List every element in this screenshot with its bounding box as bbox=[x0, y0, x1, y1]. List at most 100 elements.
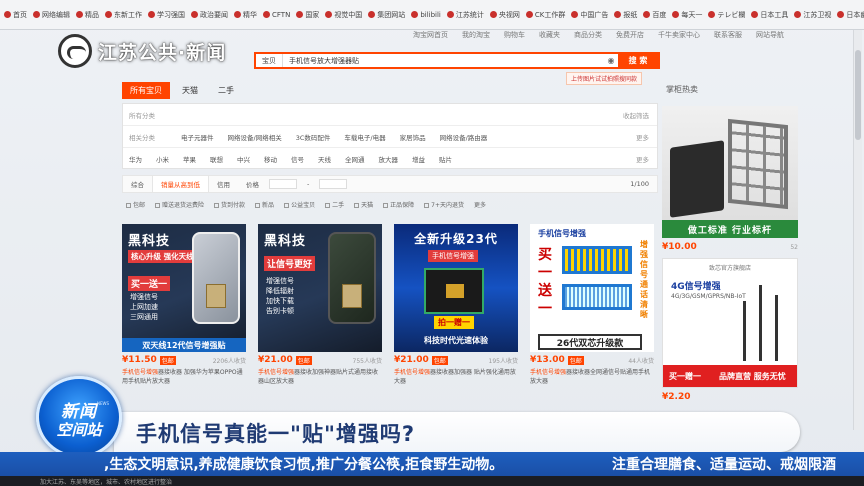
bookmark-item[interactable]: 报纸 bbox=[614, 10, 637, 20]
filter-tag[interactable]: 苹果 bbox=[183, 154, 196, 164]
price-min-input[interactable] bbox=[269, 179, 297, 189]
top-nav-link[interactable]: 联系客服 bbox=[714, 30, 742, 46]
bookmark-item[interactable]: テレビ欄 bbox=[708, 10, 745, 20]
price-max-input[interactable] bbox=[319, 179, 348, 189]
filter-checkbox[interactable]: 二手 bbox=[325, 200, 344, 209]
bookmark-item[interactable]: 江苏统计 bbox=[446, 10, 484, 20]
scrollbar-thumb[interactable] bbox=[855, 50, 861, 140]
sort-option[interactable]: 销量从高到低 bbox=[152, 176, 209, 192]
search-button[interactable]: 搜 索 bbox=[618, 54, 658, 67]
bookmark-item[interactable]: 网络编辑 bbox=[33, 10, 70, 20]
bookmark-item[interactable]: 国家 bbox=[296, 10, 319, 20]
filter-tag[interactable]: 放大器 bbox=[379, 154, 399, 164]
product-title[interactable]: 手机信号增强器接收器全网通信号贴通用手机放大器 bbox=[530, 368, 654, 386]
filter-tag[interactable]: 移动 bbox=[264, 154, 277, 164]
bookmark-item[interactable]: CFTN bbox=[263, 11, 290, 19]
checkbox-box[interactable] bbox=[155, 202, 161, 208]
top-nav-link[interactable]: 商品分类 bbox=[574, 30, 602, 46]
filter-checkbox[interactable]: 正品保障 bbox=[383, 200, 414, 209]
bookmark-item[interactable]: bilibili bbox=[411, 11, 441, 19]
product-image[interactable]: 手机信号增强 买一送一 增强信号 通话清晰 26代双芯升级款 bbox=[530, 224, 654, 352]
bookmark-item[interactable]: 日本幽默 bbox=[837, 10, 864, 20]
product-title[interactable]: 手机信号增强器接收加强神器贴片式通用接收器山区放大器 bbox=[258, 368, 382, 386]
page-scrollbar[interactable] bbox=[853, 30, 862, 430]
search-box[interactable]: 宝贝 手机信号放大增强器贴 ◉ 搜 索 bbox=[254, 52, 660, 69]
filter-tag[interactable]: 中兴 bbox=[237, 154, 250, 164]
sort-option[interactable]: 信用 bbox=[209, 176, 238, 192]
product-title[interactable]: 手机信号增强器接收器 加强华为苹果OPPO通用手机贴片放大器 bbox=[122, 368, 246, 386]
product-card[interactable]: 全新升级23代 手机信号增强 拍一赠一 科技时代光速体验 ¥21.00 包邮 1… bbox=[394, 224, 518, 406]
filter-tag[interactable]: 增益 bbox=[412, 154, 425, 164]
filter-option[interactable]: 网络设备/路由器 bbox=[440, 132, 488, 142]
filter-tag[interactable]: 信号 bbox=[291, 154, 304, 164]
filter-more-link[interactable]: 更多 bbox=[636, 132, 657, 142]
checkbox-box[interactable] bbox=[325, 202, 331, 208]
checkbox-box[interactable] bbox=[354, 202, 360, 208]
filter-checkbox[interactable]: 7+天内退货 bbox=[424, 200, 464, 209]
filter-tag[interactable]: 华为 bbox=[129, 154, 142, 164]
bookmark-item[interactable]: 央视网 bbox=[489, 10, 520, 20]
top-nav-link[interactable]: 购物车 bbox=[504, 30, 525, 46]
bookmark-item[interactable]: 精华 bbox=[234, 10, 257, 20]
filter-checkbox[interactable]: 新品 bbox=[255, 200, 274, 209]
bookmark-item[interactable]: 东新工作 bbox=[105, 10, 142, 20]
top-nav-link[interactable]: 收藏夹 bbox=[539, 30, 560, 46]
bookmark-item[interactable]: 精品 bbox=[76, 10, 99, 20]
product-title[interactable]: 手机信号增强器接收器加强器 贴片强化通用放大器 bbox=[394, 368, 518, 386]
filter-option[interactable]: 网络设备/网络相关 bbox=[228, 132, 282, 142]
side-ad-image[interactable]: 致芯官方旗舰店 4G信号增强 4G/3G/GSM/GPRS/NB-IoT 买一赠… bbox=[662, 258, 798, 388]
filter-collapse-link[interactable]: 收起筛选 bbox=[623, 110, 657, 120]
sort-option[interactable]: 综合 bbox=[123, 176, 152, 192]
filter-tag[interactable]: 全网通 bbox=[345, 154, 365, 164]
top-nav-link[interactable]: 千牛卖家中心 bbox=[658, 30, 700, 46]
top-nav-link[interactable]: 淘宝网首页 bbox=[413, 30, 448, 46]
top-nav-link[interactable]: 免费开店 bbox=[616, 30, 644, 46]
product-card[interactable]: 黑科技 核心升级 强化天线 买一送一 增强信号 上网加速 三网通用 双天线12代… bbox=[122, 224, 246, 406]
checkbox-box[interactable] bbox=[284, 202, 290, 208]
filter-option[interactable]: 电子元器件 bbox=[181, 132, 214, 142]
checks-more-link[interactable]: 更多 bbox=[474, 200, 486, 209]
top-nav-link[interactable]: 我的淘宝 bbox=[462, 30, 490, 46]
product-image[interactable]: 全新升级23代 手机信号增强 拍一赠一 科技时代光速体验 bbox=[394, 224, 518, 352]
bookmark-item[interactable]: 百度 bbox=[643, 10, 666, 20]
tab-2[interactable]: 二手 bbox=[210, 82, 242, 99]
bookmark-item[interactable]: 集团网站 bbox=[368, 10, 405, 20]
product-card[interactable]: 黑科技 让信号更好 增强信号 降低辐射 加快下载 告别卡顿 ¥21.00 包邮 … bbox=[258, 224, 382, 406]
tab-1[interactable]: 天猫 bbox=[174, 82, 206, 99]
bookmark-item[interactable]: 中国广告 bbox=[571, 10, 608, 20]
product-image[interactable]: 黑科技 让信号更好 增强信号 降低辐射 加快下载 告别卡顿 bbox=[258, 224, 382, 352]
filter-option[interactable]: 家居饰品 bbox=[400, 132, 426, 142]
filter-checkbox[interactable]: 赠送退货运费险 bbox=[155, 200, 204, 209]
bookmark-item[interactable]: 政治要闻 bbox=[191, 10, 228, 20]
side-ad-image[interactable]: 做工标准 行业标杆 bbox=[662, 106, 798, 238]
checkbox-box[interactable] bbox=[126, 202, 131, 208]
bookmark-item[interactable]: 江苏卫视 bbox=[794, 10, 831, 20]
filter-tag[interactable]: 贴片 bbox=[439, 154, 452, 164]
filter-more-link[interactable]: 更多 bbox=[636, 154, 657, 164]
search-category-select[interactable]: 宝贝 bbox=[256, 54, 283, 67]
bookmark-item[interactable]: 首页 bbox=[4, 10, 27, 20]
product-image[interactable]: 黑科技 核心升级 强化天线 买一送一 增强信号 上网加速 三网通用 双天线12代… bbox=[122, 224, 246, 352]
sort-option[interactable]: 价格 bbox=[238, 176, 267, 192]
checkbox-box[interactable] bbox=[424, 202, 430, 208]
filter-tag[interactable]: 联想 bbox=[210, 154, 223, 164]
camera-icon[interactable]: ◉ bbox=[604, 56, 618, 65]
bookmark-item[interactable]: 学习强国 bbox=[148, 10, 185, 20]
bookmark-item[interactable]: 视觉中国 bbox=[325, 10, 362, 20]
search-input[interactable]: 手机信号放大增强器贴 bbox=[283, 56, 604, 66]
product-card[interactable]: 手机信号增强 买一送一 增强信号 通话清晰 26代双芯升级款 ¥13.00 包邮… bbox=[530, 224, 654, 406]
image-search-tip[interactable]: 上传图片试试拍照搜同款 bbox=[566, 72, 643, 85]
filter-checkbox[interactable]: 货到付款 bbox=[214, 200, 245, 209]
bookmark-item[interactable]: 日本工具 bbox=[751, 10, 788, 20]
filter-checkbox[interactable]: 天猫 bbox=[354, 200, 373, 209]
tab-0[interactable]: 所有宝贝 bbox=[122, 82, 170, 99]
checkbox-box[interactable] bbox=[255, 202, 261, 208]
filter-option[interactable]: 车载电子/电器 bbox=[344, 132, 385, 142]
top-nav-link[interactable]: 网站导航 bbox=[756, 30, 784, 46]
filter-tag[interactable]: 天线 bbox=[318, 154, 331, 164]
filter-checkbox[interactable]: 公益宝贝 bbox=[284, 200, 315, 209]
filter-checkbox[interactable]: 包邮 bbox=[126, 200, 145, 209]
checkbox-box[interactable] bbox=[383, 202, 389, 208]
bookmark-item[interactable]: CK工作群 bbox=[525, 10, 565, 20]
bookmark-item[interactable]: 每天一 bbox=[672, 10, 702, 20]
